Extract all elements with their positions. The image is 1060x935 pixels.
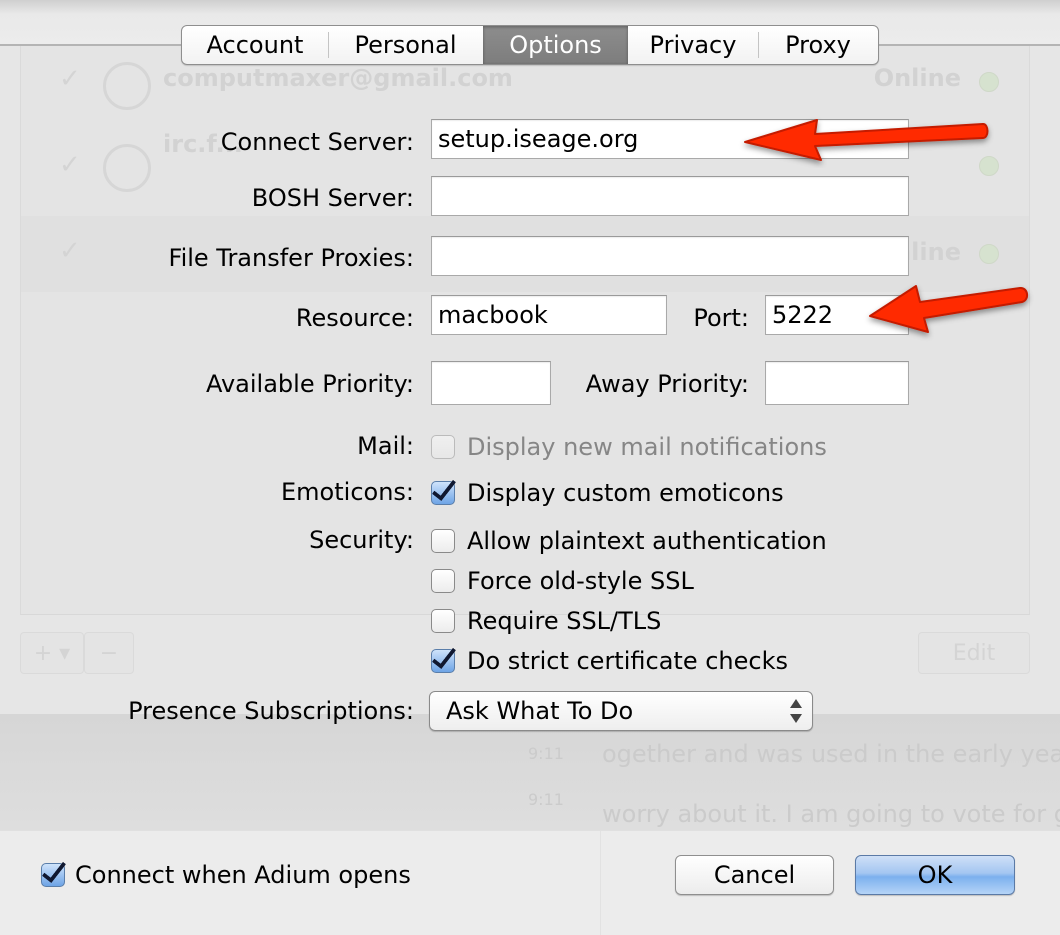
mail-notifications-checkbox-row[interactable]: Display new mail notifications — [431, 433, 827, 461]
mail-notifications-checkbox[interactable] — [431, 435, 455, 459]
tab-proxy[interactable]: Proxy — [758, 26, 878, 64]
account-status: Online — [873, 64, 961, 92]
presence-subscriptions-select[interactable]: Ask What To Do — [429, 691, 813, 731]
annotation-arrow-icon — [869, 285, 1028, 333]
tab-personal[interactable]: Personal — [328, 26, 483, 64]
strict-cert-checks-label: Do strict certificate checks — [467, 647, 788, 675]
require-ssl-tls-checkbox[interactable] — [431, 609, 455, 633]
custom-emoticons-checkbox[interactable] — [431, 481, 455, 505]
chat-message: worry about it. I am going to vote for g — [602, 800, 1060, 828]
stepper-arrows-icon — [790, 699, 802, 723]
tab-account[interactable]: Account — [182, 26, 328, 64]
away-priority-label: Away Priority: — [585, 370, 749, 398]
chat-timestamp: 9:11 — [528, 790, 564, 809]
irc-icon — [103, 144, 151, 192]
resource-input[interactable] — [431, 295, 667, 335]
mail-notifications-label: Display new mail notifications — [467, 433, 827, 461]
chat-timestamp: 9:11 — [528, 744, 564, 763]
background-add-button: + ▾ — [20, 632, 84, 674]
connect-on-open-label: Connect when Adium opens — [75, 861, 411, 889]
away-priority-input[interactable] — [765, 361, 909, 405]
status-dot-icon — [979, 244, 999, 264]
check-icon: ✓ — [59, 64, 81, 94]
background-account-row: ✓ computmaxer@gmail.com Online — [21, 62, 1029, 110]
mail-label: Mail: — [357, 432, 414, 460]
port-label: Port: — [693, 304, 749, 332]
annotation-arrow-icon — [744, 119, 989, 161]
security-label: Security: — [309, 526, 414, 554]
gtalk-icon — [103, 62, 151, 110]
plaintext-auth-checkbox-row[interactable]: Allow plaintext authentication — [431, 527, 827, 555]
check-icon: ✓ — [59, 236, 81, 266]
tab-options[interactable]: Options — [483, 26, 628, 64]
account-name: computmaxer@gmail.com — [163, 64, 513, 92]
require-ssl-tls-label: Require SSL/TLS — [467, 607, 662, 635]
chat-message: ogether and was used in the early years — [602, 740, 1060, 768]
strict-cert-checks-checkbox-row[interactable]: Do strict certificate checks — [431, 647, 788, 675]
cancel-button[interactable]: Cancel — [675, 855, 834, 895]
custom-emoticons-label: Display custom emoticons — [467, 479, 784, 507]
background-chat-transcript: 9:11 ogether and was used in the early y… — [0, 714, 1060, 830]
old-style-ssl-label: Force old-style SSL — [467, 567, 694, 595]
file-transfer-proxies-label: File Transfer Proxies: — [168, 244, 414, 272]
connect-server-label: Connect Server: — [220, 128, 414, 156]
strict-cert-checks-checkbox[interactable] — [431, 649, 455, 673]
background-remove-button: − — [84, 632, 134, 674]
plaintext-auth-checkbox[interactable] — [431, 529, 455, 553]
bosh-server-input[interactable] — [431, 176, 909, 216]
presence-subscriptions-value: Ask What To Do — [446, 697, 634, 725]
status-dot-icon — [979, 72, 999, 92]
old-style-ssl-checkbox-row[interactable]: Force old-style SSL — [431, 567, 694, 595]
bosh-server-label: BOSH Server: — [251, 184, 414, 212]
resource-label: Resource: — [295, 304, 414, 332]
emoticons-label: Emoticons: — [281, 478, 414, 506]
available-priority-input[interactable] — [431, 361, 551, 405]
connect-on-open-checkbox-row[interactable]: Connect when Adium opens — [41, 861, 411, 889]
available-priority-label: Available Priority: — [205, 370, 414, 398]
require-ssl-tls-checkbox-row[interactable]: Require SSL/TLS — [431, 607, 661, 635]
file-transfer-proxies-input[interactable] — [431, 236, 909, 276]
background-edit-button: Edit — [918, 632, 1030, 674]
check-icon: ✓ — [59, 150, 81, 180]
tab-privacy[interactable]: Privacy — [628, 26, 758, 64]
connect-on-open-checkbox[interactable] — [41, 863, 65, 887]
old-style-ssl-checkbox[interactable] — [431, 569, 455, 593]
ok-button[interactable]: OK — [855, 855, 1015, 895]
presence-subscriptions-label: Presence Subscriptions: — [128, 697, 414, 725]
custom-emoticons-checkbox-row[interactable]: Display custom emoticons — [431, 479, 784, 507]
tab-bar: Account Personal Options Privacy Proxy — [181, 25, 879, 65]
plaintext-auth-label: Allow plaintext authentication — [467, 527, 827, 555]
